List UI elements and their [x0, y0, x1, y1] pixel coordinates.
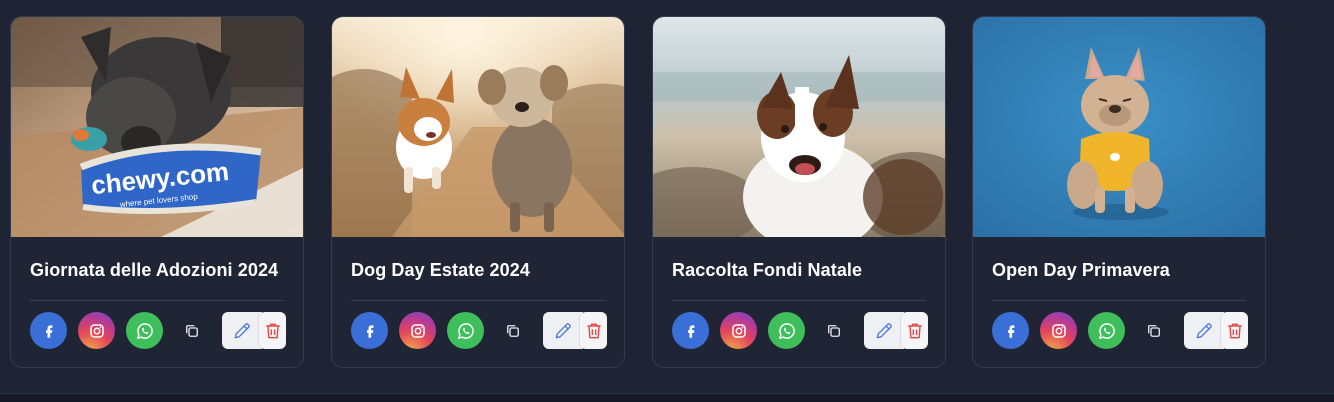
edit-button[interactable] [543, 312, 583, 349]
share-instagram-button[interactable] [720, 312, 757, 349]
share-instagram-button[interactable] [1040, 312, 1077, 349]
card-actions [672, 312, 930, 350]
dog-with-chewy-toy-photo: chewy.com where pet lovers shop [11, 17, 303, 237]
share-whatsapp-button[interactable] [126, 312, 163, 349]
whatsapp-icon [136, 322, 153, 339]
share-facebook-button[interactable] [992, 312, 1029, 349]
facebook-icon [45, 324, 52, 338]
trash-icon [1227, 323, 1242, 338]
instagram-icon [731, 323, 746, 338]
copy-icon [507, 325, 519, 337]
delete-button[interactable] [901, 312, 928, 349]
french-bulldog-yellow-sweater-photo [973, 17, 1265, 237]
event-card[interactable]: Dog Day Estate 2024 [331, 16, 625, 368]
event-title: Raccolta Fondi Natale [672, 260, 863, 280]
facebook-icon [1007, 324, 1014, 338]
instagram-icon [89, 323, 104, 338]
share-instagram-button[interactable] [78, 312, 115, 349]
divider [351, 300, 605, 301]
page-footer-strip [0, 393, 1334, 402]
event-photo[interactable]: chewy.com where pet lovers shop [11, 17, 303, 237]
delete-button[interactable] [580, 312, 607, 349]
event-title: Dog Day Estate 2024 [351, 260, 530, 280]
trash-icon [265, 323, 280, 338]
pencil-icon [1196, 322, 1212, 338]
card-actions [992, 312, 1250, 350]
event-title: Open Day Primavera [992, 260, 1170, 280]
card-actions [30, 312, 288, 350]
delete-button[interactable] [259, 312, 286, 349]
copy-icon [186, 325, 198, 337]
trash-icon [907, 323, 922, 338]
event-photo[interactable] [973, 17, 1265, 237]
border-collie-beach-photo [653, 17, 945, 237]
edit-button[interactable] [864, 312, 904, 349]
event-photo[interactable] [332, 17, 624, 237]
facebook-icon [366, 324, 373, 338]
share-whatsapp-button[interactable] [1088, 312, 1125, 349]
corgi-and-terrier-running-photo [332, 17, 624, 237]
copy-link-button[interactable] [822, 319, 846, 343]
instagram-icon [1051, 323, 1066, 338]
event-card[interactable]: Open Day Primavera [972, 16, 1266, 368]
pencil-icon [876, 322, 892, 338]
event-title: Giornata delle Adozioni 2024 [30, 260, 279, 280]
event-photo[interactable] [653, 17, 945, 237]
edit-button[interactable] [222, 312, 262, 349]
share-whatsapp-button[interactable] [768, 312, 805, 349]
copy-icon [1148, 325, 1160, 337]
copy-link-button[interactable] [1142, 319, 1166, 343]
whatsapp-icon [1098, 322, 1115, 339]
event-card[interactable]: Raccolta Fondi Natale [652, 16, 946, 368]
divider [992, 300, 1246, 301]
card-actions [351, 312, 609, 350]
event-card[interactable]: chewy.com where pet lovers shop Giornata… [10, 16, 304, 368]
share-facebook-button[interactable] [351, 312, 388, 349]
delete-button[interactable] [1221, 312, 1248, 349]
copy-icon [828, 325, 840, 337]
copy-link-button[interactable] [501, 319, 525, 343]
whatsapp-icon [457, 322, 474, 339]
divider [672, 300, 926, 301]
share-instagram-button[interactable] [399, 312, 436, 349]
edit-button[interactable] [1184, 312, 1224, 349]
instagram-icon [410, 323, 425, 338]
pencil-icon [555, 322, 571, 338]
share-whatsapp-button[interactable] [447, 312, 484, 349]
facebook-icon [687, 324, 694, 338]
trash-icon [586, 323, 601, 338]
whatsapp-icon [778, 322, 795, 339]
divider [30, 300, 284, 301]
copy-link-button[interactable] [180, 319, 204, 343]
share-facebook-button[interactable] [672, 312, 709, 349]
share-facebook-button[interactable] [30, 312, 67, 349]
pencil-icon [234, 322, 250, 338]
